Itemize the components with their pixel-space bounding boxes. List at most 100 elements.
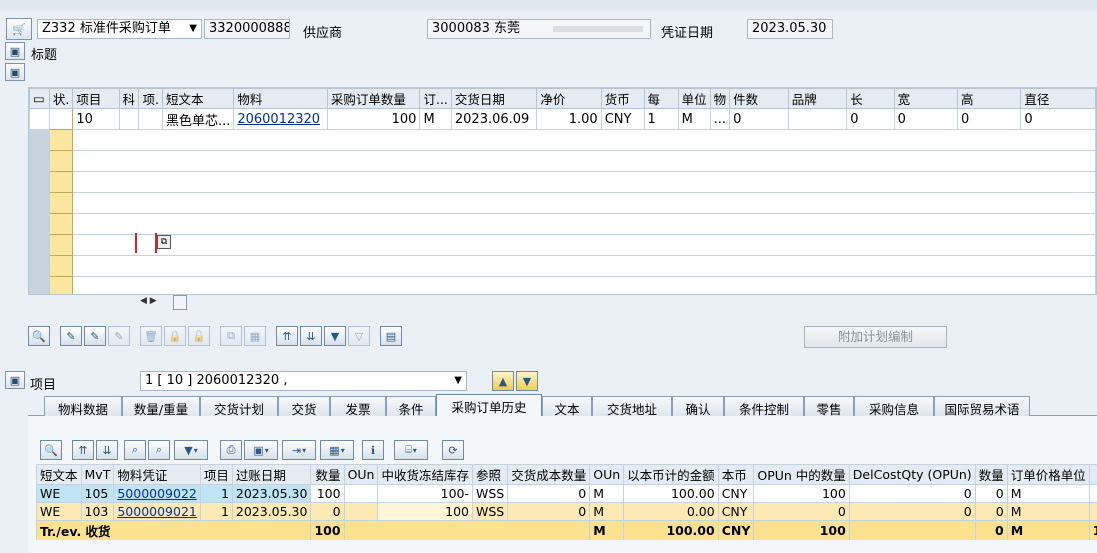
- status-cell[interactable]: [48, 255, 74, 277]
- next-item-icon[interactable]: ▼: [516, 371, 538, 391]
- hcol-opun-qty[interactable]: OPUn 中的数量: [753, 464, 850, 485]
- hcol-order-price-unit[interactable]: 订单价格单位: [1006, 464, 1090, 485]
- hcol-oun2[interactable]: OUn: [589, 464, 625, 485]
- history-cell-delcost-qty[interactable]: 0: [507, 484, 591, 503]
- col-itemcat[interactable]: 项.: [138, 88, 163, 109]
- history-find-next-icon[interactable]: ⌕: [148, 440, 170, 460]
- acct-cell[interactable]: [118, 108, 140, 130]
- history-cell-oun[interactable]: [343, 502, 379, 521]
- col-status[interactable]: 状.: [48, 88, 74, 109]
- calc-icon[interactable]: ▤: [380, 326, 402, 346]
- sort-asc-icon[interactable]: ⇈: [276, 326, 298, 346]
- hcol-delcost-qty[interactable]: 交货成本数量: [507, 464, 591, 485]
- status-cell[interactable]: [48, 192, 74, 214]
- hcol-mvt[interactable]: MvT: [80, 464, 115, 485]
- history-cell-delcost-opun[interactable]: 0: [848, 502, 976, 521]
- history-cell-delcost-opun[interactable]: 0: [848, 484, 976, 503]
- vendor-field[interactable]: 3000083 东莞: [427, 19, 651, 39]
- col-acct[interactable]: 科: [118, 88, 140, 109]
- history-cell-oun2[interactable]: M: [589, 484, 625, 503]
- col-per[interactable]: 每: [643, 88, 679, 109]
- per-cell[interactable]: 1: [643, 108, 679, 130]
- item-cell[interactable]: 10: [72, 108, 120, 130]
- history-cell-qty[interactable]: 0: [310, 502, 345, 521]
- details-icon[interactable]: 🔍: [28, 326, 50, 346]
- prev-item-icon[interactable]: ▲: [492, 371, 514, 391]
- hcol-delcost-opun[interactable]: DelCostQty (OPUn): [848, 464, 976, 485]
- history-cell-posting-date[interactable]: 2023.05.30: [231, 484, 312, 503]
- history-cell-blocked-stock[interactable]: 100: [377, 502, 473, 521]
- tab-delivery-address[interactable]: 交货地址: [592, 396, 672, 417]
- history-cell-qty2[interactable]: 0: [974, 502, 1008, 521]
- history-display-icon[interactable]: ⌸ ▾: [394, 440, 428, 460]
- filter-del-icon[interactable]: ▽: [348, 326, 370, 346]
- col-height[interactable]: 高: [957, 88, 1022, 109]
- order-unit-cell[interactable]: M: [419, 108, 452, 130]
- copy-icon[interactable]: ⧉: [157, 235, 171, 249]
- item-selector-dropdown[interactable]: 1 [ 10 ] 2060012320 , ▼: [140, 371, 467, 391]
- history-cell-blocked-stock[interactable]: 100-: [377, 484, 473, 503]
- col-brand[interactable]: 品牌: [787, 88, 848, 109]
- doc-type-select[interactable]: Z332 标准件采购订单 ▼: [37, 19, 202, 39]
- history-cell-mvt[interactable]: 103: [80, 502, 115, 521]
- history-cell-mat-doc[interactable]: 5000009021: [113, 502, 201, 521]
- history-cell-reference[interactable]: WSS: [471, 484, 509, 503]
- history-find-icon[interactable]: ⌕: [124, 440, 146, 460]
- history-cell-short-text[interactable]: WE: [36, 484, 82, 503]
- col-pieces[interactable]: 件数: [729, 88, 789, 109]
- hcol-amount-lc[interactable]: 以本币计的金额: [623, 464, 719, 485]
- history-info-icon[interactable]: ℹ: [362, 440, 384, 460]
- col-diameter[interactable]: 直径: [1020, 88, 1096, 109]
- history-cell-reference[interactable]: WSS: [471, 502, 509, 521]
- col-currency[interactable]: 货币: [600, 88, 645, 109]
- row-selector[interactable]: [29, 192, 50, 214]
- material-cell[interactable]: 2060012320: [233, 108, 328, 130]
- col-po-qty[interactable]: 采购订单数量: [326, 88, 421, 109]
- expand-header-icon[interactable]: ▣: [5, 42, 25, 60]
- history-cell-amount[interactable]: 100.00: [623, 484, 719, 503]
- hcol-blocked-stock[interactable]: 中收货冻结库存: [377, 464, 473, 485]
- history-details-icon[interactable]: 🔍: [40, 440, 62, 460]
- pieces-cell[interactable]: 0: [729, 108, 789, 130]
- history-cell-amount[interactable]: 0.00: [623, 502, 719, 521]
- row-selector[interactable]: [29, 171, 50, 193]
- history-cell-opun-qty[interactable]: 100: [753, 484, 850, 503]
- unit-cell[interactable]: M: [677, 108, 711, 130]
- po-number-field[interactable]: 3320000888: [204, 19, 290, 39]
- history-export-icon[interactable]: ⇥ ▾: [282, 440, 316, 460]
- copy-item-icon[interactable]: ⧉: [220, 326, 242, 346]
- history-cell-mvt[interactable]: 105: [80, 484, 115, 503]
- hcol-mat-doc[interactable]: 物料凭证: [113, 464, 201, 485]
- sort-desc-icon[interactable]: ⇊: [300, 326, 322, 346]
- history-cell-delcost-qty[interactable]: 0: [507, 502, 591, 521]
- hcol-oun[interactable]: OUn: [343, 464, 379, 485]
- tab-purchasing-info[interactable]: 采购信息: [854, 396, 934, 417]
- col-item[interactable]: 项目: [72, 88, 120, 109]
- hcol-qty[interactable]: 数量: [310, 464, 345, 485]
- tab-condition-control[interactable]: 条件控制: [724, 396, 804, 417]
- brand-cell[interactable]: [787, 108, 848, 130]
- horizontal-scrollbar[interactable]: [173, 295, 187, 310]
- history-cell-opun-qty[interactable]: 0: [753, 502, 850, 521]
- row-selector[interactable]: [29, 213, 50, 235]
- delete-icon[interactable]: 🗑: [140, 326, 162, 346]
- additional-planning-button[interactable]: 附加计划编制: [804, 326, 947, 348]
- row-selector[interactable]: [29, 129, 50, 151]
- edit-icon[interactable]: ✎: [60, 326, 82, 346]
- net-price-cell[interactable]: 1.00: [536, 108, 602, 130]
- tab-retail[interactable]: 零售: [804, 396, 854, 417]
- col-mat-group[interactable]: 物: [709, 88, 731, 109]
- hcol-qty2[interactable]: 数量: [974, 464, 1008, 485]
- row-selector[interactable]: [29, 150, 50, 172]
- delivery-date-cell[interactable]: 2023.06.09: [450, 108, 538, 130]
- history-cell-short-text[interactable]: WE: [36, 502, 82, 521]
- history-cell-oun[interactable]: [343, 484, 379, 503]
- col-unit[interactable]: 单位: [677, 88, 711, 109]
- currency-cell[interactable]: CNY: [600, 108, 645, 130]
- status-cell[interactable]: [48, 129, 74, 151]
- hcol-posting-date[interactable]: 过账日期: [231, 464, 312, 485]
- row-selector[interactable]: [29, 234, 50, 256]
- tab-texts[interactable]: 文本: [542, 396, 592, 417]
- tab-confirmations[interactable]: 确认: [672, 396, 724, 417]
- history-filter-icon[interactable]: ▼ ▾: [174, 440, 208, 460]
